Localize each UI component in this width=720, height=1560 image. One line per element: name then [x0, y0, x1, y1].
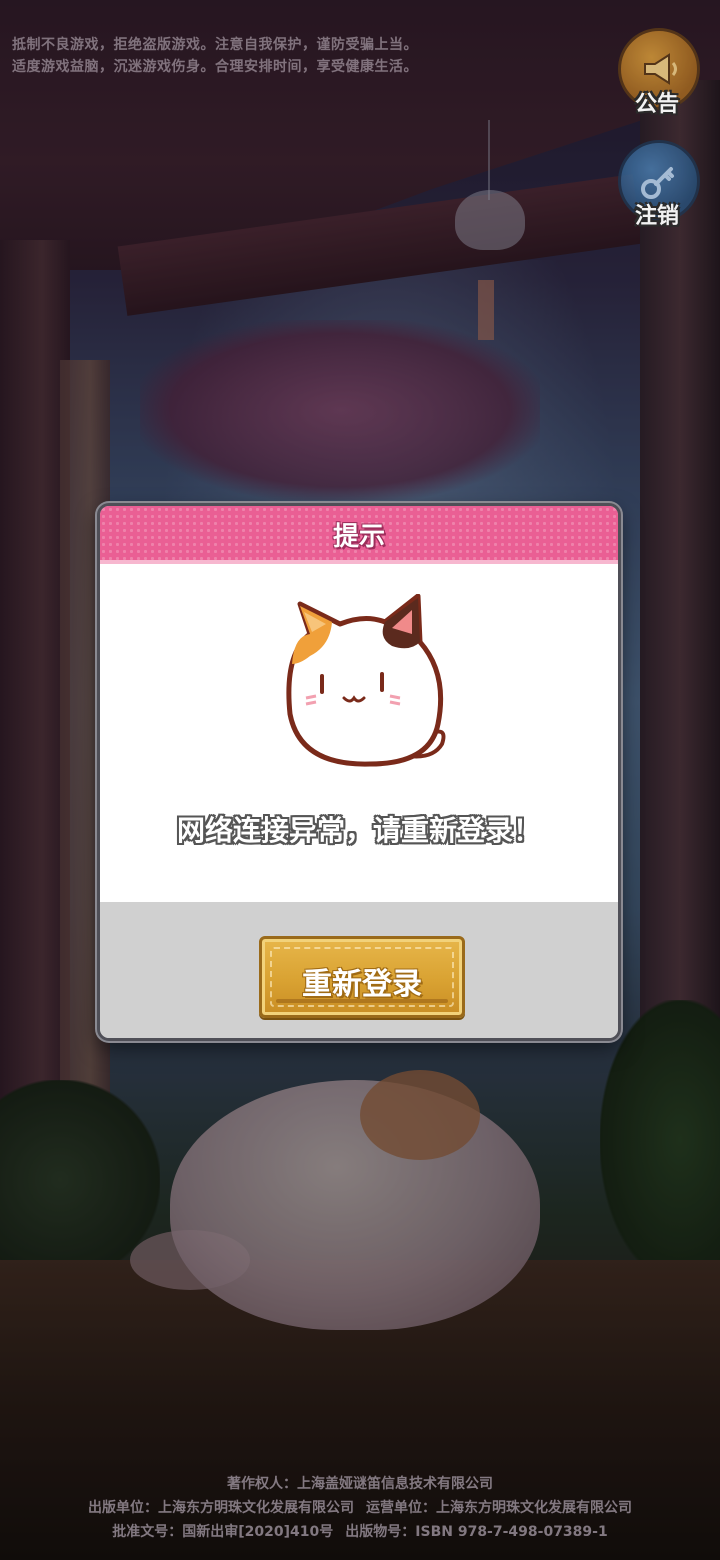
dialog-header: 提示 — [100, 506, 618, 564]
health-warning-line-2: 适度游戏益脑，沉迷游戏伤身。合理安排时间，享受健康生活。 — [12, 59, 418, 75]
relogin-button-label: 重新登录 — [302, 967, 422, 1002]
health-warning: 抵制不良游戏，拒绝盗版游戏。注意自我保护，谨防受骗上当。 适度游戏益脑，沉迷游戏… — [12, 34, 418, 78]
publisher-operator-line: 出版单位：上海东方明珠文化发展有限公司 运营单位：上海东方明珠文化发展有限公司 — [0, 1496, 720, 1520]
health-warning-line-1: 抵制不良游戏，拒绝盗版游戏。注意自我保护，谨防受骗上当。 — [12, 37, 418, 53]
cat-mascot-icon — [270, 593, 460, 774]
dialog-footer: 重新登录 — [100, 902, 618, 1038]
operator: 运营单位：上海东方明珠文化发展有限公司 — [366, 1500, 632, 1516]
network-error-dialog: 提示 网络连接异常，请重新登录！ 重新登录 — [97, 503, 621, 1041]
dialog-title: 提示 — [332, 522, 385, 552]
dialog-message: 网络连接异常，请重新登录！ — [176, 814, 541, 847]
logout-button-label: 注销 — [634, 204, 679, 229]
notice-button[interactable]: 公告 — [618, 28, 700, 118]
approval-isbn-line: 批准文号：国新出审[2020]410号 出版物号：ISBN 978-7-498-0… — [0, 1520, 720, 1544]
isbn-number: 出版物号：ISBN 978-7-498-07389-1 — [345, 1524, 608, 1540]
copyright-holder: 著作权人：上海盖娅谜笛信息技术有限公司 — [227, 1476, 493, 1492]
logout-button[interactable]: 注销 — [618, 140, 700, 230]
game-login-screen: 抵制不良游戏，拒绝盗版游戏。注意自我保护，谨防受骗上当。 适度游戏益脑，沉迷游戏… — [0, 0, 720, 1560]
notice-button-label: 公告 — [634, 92, 679, 117]
relogin-button[interactable]: 重新登录 — [259, 936, 465, 1018]
publisher: 出版单位：上海东方明珠文化发展有限公司 — [88, 1500, 354, 1516]
publishing-info: 著作权人：上海盖娅谜笛信息技术有限公司 出版单位：上海东方明珠文化发展有限公司运… — [0, 1472, 720, 1544]
approval-number: 批准文号：国新出审[2020]410号 — [112, 1524, 334, 1540]
dialog-body: 网络连接异常，请重新登录！ — [100, 564, 618, 902]
